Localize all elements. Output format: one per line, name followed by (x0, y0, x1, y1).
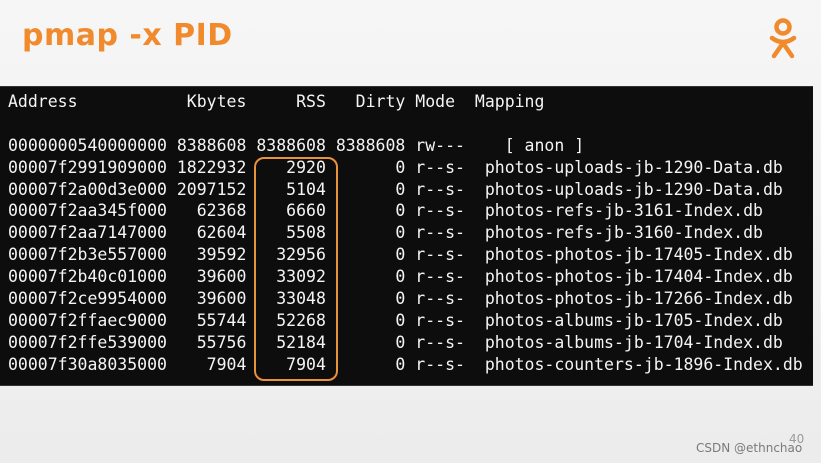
table-row: 00007f30a8035000 7904 7904 0 r--s- photo… (8, 354, 803, 374)
table-row: 00007f2ffe539000 55756 52184 0 r--s- pho… (8, 332, 783, 352)
slide-title: pmap -x PID (22, 18, 233, 53)
table-header: Address Kbytes RSS Dirty Mode Mapping (8, 92, 545, 111)
table-row: 00007f2ce9954000 39600 33048 0 r--s- pho… (8, 289, 793, 309)
table-row: 00007f2a00d3e000 2097152 5104 0 r--s- ph… (8, 179, 783, 199)
terminal-output: Address Kbytes RSS Dirty Mode Mapping 00… (0, 86, 813, 386)
table-row: 00007f2ffaec9000 55744 52268 0 r--s- pho… (8, 310, 783, 330)
table-row: 0000000540000000 8388608 8388608 8388608… (8, 135, 585, 155)
table-row: 00007f2b40c01000 39600 33092 0 r--s- pho… (8, 267, 793, 287)
pmap-output-text: Address Kbytes RSS Dirty Mode Mapping 00… (8, 91, 803, 376)
watermark: CSDN @ethnchao (696, 441, 803, 455)
slide: pmap -x PID Address Kbytes RSS Dirty Mod… (0, 0, 821, 463)
table-row: 00007f2991909000 1822932 2920 0 r--s- ph… (8, 157, 783, 177)
rss-highlight-box (254, 157, 338, 381)
odnoklassniki-logo-icon (769, 18, 797, 59)
table-row: 00007f2aa7147000 62604 5508 0 r--s- phot… (8, 223, 763, 243)
table-row: 00007f2aa345f000 62368 6660 0 r--s- phot… (8, 201, 763, 221)
table-row: 00007f2b3e557000 39592 32956 0 r--s- pho… (8, 245, 793, 265)
